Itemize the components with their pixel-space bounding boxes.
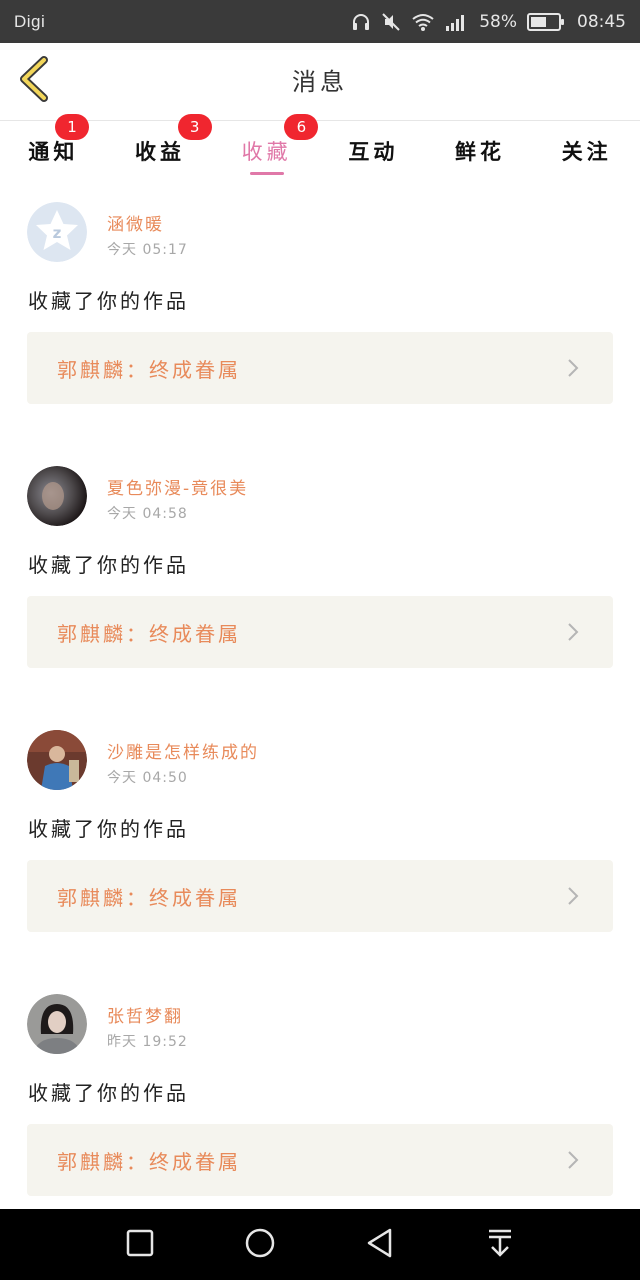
timestamp: 今天 05:17 bbox=[107, 242, 188, 258]
list-item: z 涵微暖 今天 05:17 收藏了你的作品 郭麒麟：终成眷属 bbox=[0, 180, 640, 423]
signal-icon bbox=[445, 12, 467, 32]
pull-down-icon bbox=[486, 1228, 514, 1262]
timestamp: 今天 04:58 bbox=[107, 506, 188, 522]
username[interactable]: 夏色弥漫-竟很美 bbox=[107, 474, 248, 499]
chevron-right-icon bbox=[563, 622, 583, 642]
list-item: 沙雕是怎样练成的 今天 04:50 收藏了你的作品 郭麒麟：终成眷属 bbox=[0, 708, 640, 951]
square-icon bbox=[126, 1229, 154, 1261]
unread-badge: 6 bbox=[284, 114, 319, 140]
avatar[interactable]: z bbox=[27, 202, 87, 262]
message-list: z 涵微暖 今天 05:17 收藏了你的作品 郭麒麟：终成眷属 夏色弥漫-竟很美… bbox=[0, 180, 640, 1215]
wifi-icon bbox=[411, 12, 435, 32]
mute-icon bbox=[381, 12, 401, 32]
user-photo bbox=[27, 994, 87, 1054]
avatar[interactable] bbox=[27, 994, 87, 1054]
app-header: 消息 bbox=[0, 43, 640, 121]
home-button[interactable] bbox=[230, 1215, 290, 1275]
avatar[interactable] bbox=[27, 466, 87, 526]
timestamp: 今天 04:50 bbox=[107, 770, 188, 786]
tab-interactions[interactable]: 互动 bbox=[320, 122, 427, 180]
work-card[interactable]: 郭麒麟：终成眷属 bbox=[27, 332, 613, 404]
action-text: 收藏了你的作品 bbox=[28, 289, 189, 313]
work-title: 郭麒麟：终成眷属 bbox=[57, 357, 241, 382]
default-avatar-icon: z bbox=[27, 202, 87, 262]
list-item: 夏色弥漫-竟很美 今天 04:58 收藏了你的作品 郭麒麟：终成眷属 bbox=[0, 444, 640, 687]
unread-badge: 3 bbox=[177, 114, 212, 140]
work-card[interactable]: 郭麒麟：终成眷属 bbox=[27, 1124, 613, 1196]
work-title: 郭麒麟：终成眷属 bbox=[57, 1149, 241, 1174]
chevron-right-icon bbox=[563, 886, 583, 906]
status-icons: 58% 08:45 bbox=[351, 12, 626, 32]
work-title: 郭麒麟：终成眷属 bbox=[57, 885, 241, 910]
tab-favorites[interactable]: 收藏 6 bbox=[213, 114, 320, 180]
avatar[interactable] bbox=[27, 730, 87, 790]
tab-label: 收藏 bbox=[241, 140, 292, 164]
svg-text:z: z bbox=[53, 224, 62, 242]
circle-icon bbox=[244, 1227, 276, 1263]
work-card[interactable]: 郭麒麟：终成眷属 bbox=[27, 596, 613, 668]
username[interactable]: 涵微暖 bbox=[107, 210, 164, 235]
list-item: 张哲梦翻 昨天 19:52 收藏了你的作品 郭麒麟：终成眷属 bbox=[0, 972, 640, 1215]
carrier-name: Digi bbox=[14, 11, 46, 31]
tab-label: 通知 bbox=[28, 140, 79, 164]
chevron-right-icon bbox=[563, 358, 583, 378]
unread-badge: 1 bbox=[55, 114, 89, 140]
notification-pulldown-button[interactable] bbox=[470, 1215, 530, 1275]
tab-label: 收益 bbox=[135, 140, 185, 164]
system-nav-bar bbox=[0, 1209, 640, 1280]
back-nav-button[interactable] bbox=[350, 1215, 410, 1275]
username[interactable]: 沙雕是怎样练成的 bbox=[107, 738, 259, 763]
battery-icon bbox=[527, 12, 564, 31]
tab-notifications[interactable]: 通知 1 bbox=[0, 114, 107, 180]
tab-label: 鲜花 bbox=[455, 140, 506, 164]
user-photo bbox=[27, 466, 87, 526]
battery-percent: 58% bbox=[479, 11, 517, 32]
triangle-back-icon bbox=[365, 1227, 395, 1263]
tab-label: 互动 bbox=[348, 140, 399, 164]
action-text: 收藏了你的作品 bbox=[28, 1081, 189, 1105]
recent-apps-button[interactable] bbox=[110, 1215, 170, 1275]
battery-level bbox=[531, 16, 547, 27]
work-card[interactable]: 郭麒麟：终成眷属 bbox=[27, 860, 613, 932]
active-tab-indicator bbox=[249, 172, 284, 175]
tab-flowers[interactable]: 鲜花 bbox=[427, 122, 534, 180]
work-title: 郭麒麟：终成眷属 bbox=[57, 621, 241, 646]
tab-bar: 通知 1 收益 3 收藏 6 互动 鲜花 关注 bbox=[0, 114, 640, 180]
timestamp: 昨天 19:52 bbox=[107, 1034, 188, 1050]
chevron-right-icon bbox=[563, 1150, 583, 1170]
headphones-icon bbox=[351, 12, 371, 32]
tab-earnings[interactable]: 收益 3 bbox=[107, 114, 214, 180]
username[interactable]: 张哲梦翻 bbox=[107, 1002, 183, 1027]
action-text: 收藏了你的作品 bbox=[28, 553, 189, 577]
status-bar: Digi 58% 08:45 bbox=[0, 0, 640, 43]
page-title: 消息 bbox=[292, 68, 348, 96]
action-text: 收藏了你的作品 bbox=[28, 817, 189, 841]
tab-label: 关注 bbox=[561, 140, 612, 164]
clock: 08:45 bbox=[577, 11, 626, 32]
user-photo bbox=[27, 730, 87, 790]
tab-follows[interactable]: 关注 bbox=[533, 122, 640, 180]
